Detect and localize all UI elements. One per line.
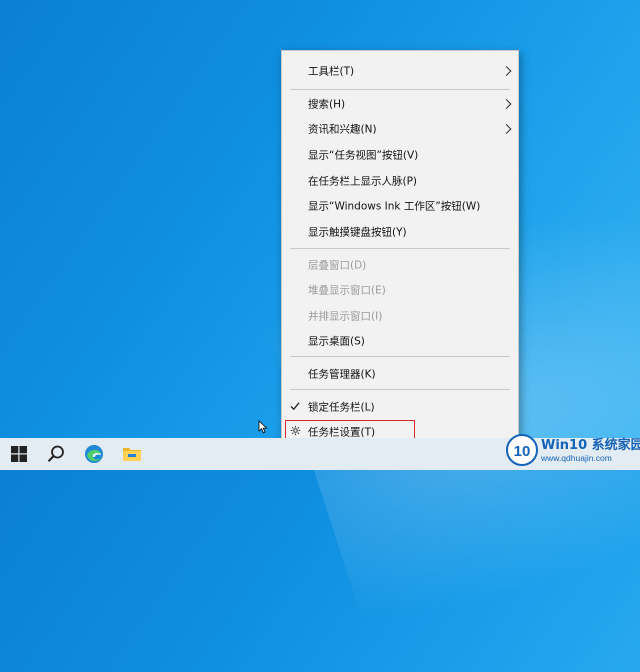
menu-item-label: 层叠窗口(D) (308, 259, 367, 272)
menu-item-show-task-view[interactable]: 显示“任务视图”按钮(V) (282, 143, 518, 167)
site-watermark: 10 Win10 系统家园 www.qdhuajin.com (503, 432, 640, 468)
menu-item-label: 搜索(H) (308, 98, 346, 111)
menu-item-show-touch-keyboard[interactable]: 显示触摸键盘按钮(Y) (282, 220, 518, 244)
search-button[interactable] (37, 438, 75, 470)
menu-item-label: 显示“Windows Ink 工作区”按钮(W) (308, 200, 481, 213)
menu-item-label: 堆叠显示窗口(E) (308, 284, 386, 297)
start-button[interactable] (0, 438, 38, 470)
menu-item-label: 显示“任务视图”按钮(V) (308, 149, 419, 162)
menu-item-lock-taskbar[interactable]: 锁定任务栏(L) (282, 395, 518, 419)
menu-separator (290, 356, 510, 357)
edge-icon (85, 445, 103, 463)
file-explorer-button[interactable] (113, 438, 151, 470)
menu-item-side-by-side-windows: 并排显示窗口(I) (282, 304, 518, 328)
menu-item-label: 资讯和兴趣(N) (308, 123, 377, 136)
watermark-title: Win10 系统家园 (541, 438, 640, 453)
menu-item-show-windows-ink[interactable]: 显示“Windows Ink 工作区”按钮(W) (282, 194, 518, 218)
menu-item-search[interactable]: 搜索(H) (282, 92, 518, 116)
menu-item-news-interests[interactable]: 资讯和兴趣(N) (282, 117, 518, 141)
chevron-right-icon (501, 99, 512, 109)
menu-separator (290, 389, 510, 390)
menu-item-toolbars[interactable]: 工具栏(T) (282, 59, 518, 83)
menu-item-label: 任务管理器(K) (308, 368, 376, 381)
folder-icon (123, 448, 141, 461)
windows-logo-icon (11, 446, 27, 462)
menu-separator (290, 248, 510, 249)
menu-item-show-desktop[interactable]: 显示桌面(S) (282, 329, 518, 353)
menu-item-show-people[interactable]: 在任务栏上显示人脉(P) (282, 169, 518, 193)
menu-item-label: 在任务栏上显示人脉(P) (308, 175, 418, 188)
menu-item-label: 工具栏(T) (308, 65, 355, 78)
menu-item-label: 并排显示窗口(I) (308, 310, 383, 323)
edge-button[interactable] (75, 438, 113, 470)
win10-logo-icon: 10 (506, 434, 538, 466)
search-icon (47, 445, 64, 462)
menu-item-task-manager[interactable]: 任务管理器(K) (282, 362, 518, 386)
menu-item-label: 显示桌面(S) (308, 335, 365, 348)
menu-item-label: 显示触摸键盘按钮(Y) (308, 226, 407, 239)
menu-item-cascade-windows: 层叠窗口(D) (282, 253, 518, 277)
checkmark-icon (290, 400, 300, 414)
watermark-url: www.qdhuajin.com (541, 453, 612, 463)
mouse-pointer-icon (258, 420, 268, 434)
chevron-right-icon (501, 124, 512, 134)
menu-item-label: 锁定任务栏(L) (308, 401, 375, 414)
menu-separator (290, 89, 510, 90)
menu-item-stack-windows: 堆叠显示窗口(E) (282, 278, 518, 302)
chevron-right-icon (501, 66, 512, 76)
watermark-badge-text: 10 (514, 443, 531, 460)
taskbar-context-menu: 工具栏(T) 搜索(H) 资讯和兴趣(N) 显示“任务视图”按钮(V) 在任务栏… (281, 50, 519, 448)
